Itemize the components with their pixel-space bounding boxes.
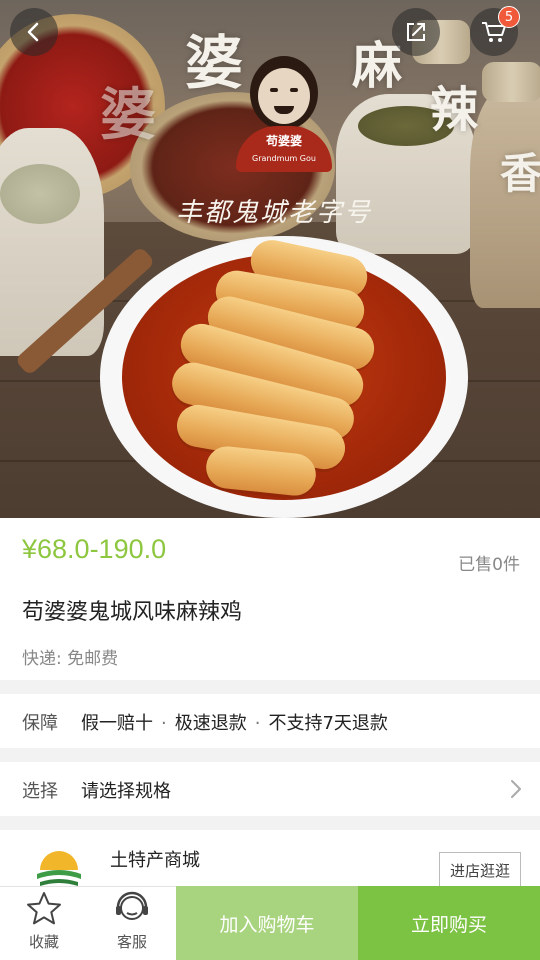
guarantee-item: 假一赔十 (81, 713, 153, 734)
chevron-left-icon (27, 22, 39, 42)
guarantee-row[interactable]: 保障 假一赔十 · 极速退款 · 不支持7天退款 (0, 694, 540, 748)
customer-service-button[interactable]: 客服 (88, 886, 176, 960)
spice-jar (482, 62, 540, 102)
chevron-right-icon (511, 780, 521, 798)
guarantee-items: 假一赔十 · 极速退款 · 不支持7天退款 (81, 709, 388, 735)
separator-dot: · (254, 713, 261, 734)
favorite-button[interactable]: 收藏 (0, 886, 88, 960)
separator-dot: · (161, 713, 167, 734)
headset-icon (116, 891, 148, 920)
add-to-cart-button[interactable]: 加入购物车 (176, 886, 358, 960)
guarantee-item: 不支持7天退款 (268, 713, 388, 734)
brand-tagline: 丰都鬼城老字号 (176, 198, 373, 228)
brand-logo: 苟婆婆 Grandmum Gou (236, 56, 332, 172)
store-logo-icon (37, 851, 81, 886)
star-icon (27, 892, 61, 925)
favorite-label: 收藏 (28, 933, 59, 951)
store-name: 土特产商城 (110, 850, 200, 871)
guarantee-item: 极速退款 (174, 713, 247, 734)
back-button[interactable] (10, 8, 58, 56)
service-label: 客服 (116, 933, 147, 951)
buy-now-button[interactable]: 立即购买 (358, 886, 540, 960)
brand-name-en: Grandmum Gou (252, 154, 316, 163)
share-button[interactable] (392, 8, 440, 56)
spec-value: 请选择规格 (81, 781, 171, 802)
calligraphy-char: 香 (500, 149, 540, 198)
brand-name: 苟婆婆 (265, 134, 302, 148)
calligraphy-char: 婆 (100, 82, 156, 148)
product-title: 苟婆婆鬼城风味麻辣鸡 (22, 600, 243, 625)
share-icon (407, 23, 425, 41)
product-hero-image[interactable]: 婆 婆 麻 辣 香 苟婆婆 Grandmum Gou 丰都鬼城老字号 (0, 0, 540, 518)
shipping-info: 快递: 免邮费 (22, 649, 119, 669)
sold-count: 已售0件 (458, 555, 520, 575)
product-detail-page: 婆 婆 麻 辣 香 苟婆婆 Grandmum Gou 丰都鬼城老字号 5 ¥68… (0, 0, 540, 960)
spec-select-row[interactable]: 选择 请选择规格 (0, 762, 540, 816)
calligraphy-char: 婆 (185, 29, 244, 97)
cart-count-badge: 5 (498, 6, 520, 28)
visit-store-button[interactable]: 进店逛逛 (439, 852, 521, 888)
spec-label: 选择 (22, 781, 58, 802)
price-range: ¥68.0-190.0 (22, 534, 167, 564)
guarantee-label: 保障 (22, 713, 58, 734)
calligraphy-char: 辣 (430, 82, 479, 138)
